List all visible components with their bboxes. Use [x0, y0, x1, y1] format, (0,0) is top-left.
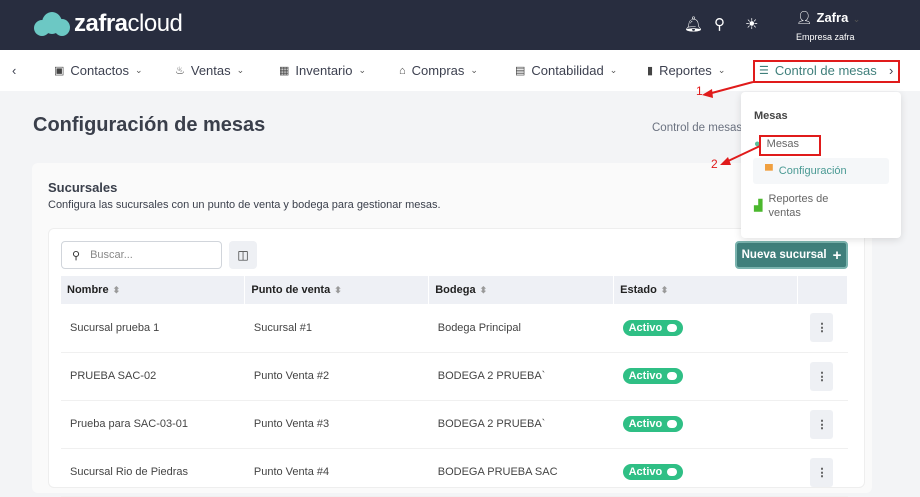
arrow-1: [707, 81, 754, 95]
arrow-1-head: [702, 89, 713, 98]
annotation-label-1: 1: [696, 84, 703, 98]
arrow-2-head: [720, 157, 731, 165]
annotation-arrows: [702, 81, 761, 165]
arrow-2: [725, 145, 761, 163]
annotation-label-2: 2: [711, 157, 718, 171]
